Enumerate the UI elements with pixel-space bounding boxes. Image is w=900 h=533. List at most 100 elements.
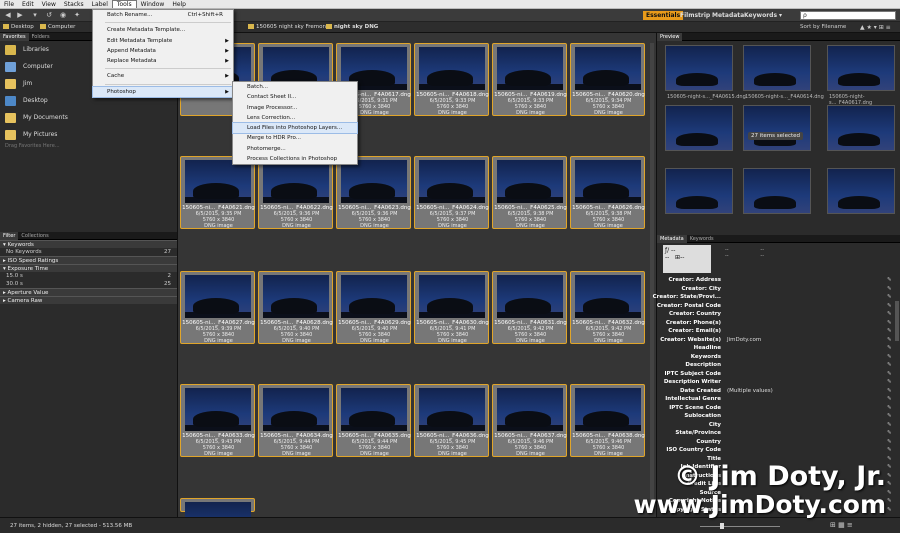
metadata-row[interactable]: Creator: City ✎ [657,285,893,293]
metadata-row[interactable]: Headline ✎ [657,344,893,352]
tab-preview[interactable]: Preview [657,32,683,41]
thumbnail[interactable]: 150605-ni..._F4A0621.dng 6/5/2015, 9:35 P… [180,156,255,229]
thumbnail[interactable]: 150605-ni..._F4A0636.dng 6/5/2015, 9:45 P… [414,384,489,457]
thumbnail[interactable]: 150605-ni..._F4A0625.dng 6/5/2015, 9:38 P… [492,156,567,229]
submenu-item-lens-correction[interactable]: Lens Correction... [233,113,357,123]
sort-dropdown[interactable]: Sort by Filename [800,24,846,30]
pencil-icon[interactable]: ✎ [887,285,892,293]
preview-thumbnail[interactable] [827,168,895,214]
menu-file[interactable]: File [0,0,18,8]
metadata-row[interactable]: Intellectual Genre ✎ [657,395,893,403]
preview-thumbnail[interactable] [827,105,895,151]
pencil-icon[interactable]: ✎ [887,344,892,352]
favorite-my-documents[interactable]: My Documents [0,109,177,126]
metadata-row[interactable]: ISO Country Code ✎ [657,446,893,454]
refine-icon[interactable]: ✦ [72,11,82,20]
thumbnail[interactable]: 150605-ni..._F4A0632.dng 6/5/2015, 9:42 P… [570,271,645,344]
metadata-row[interactable]: IPTC Subject Code ✎ [657,370,893,378]
metadata-scrollbar[interactable] [895,301,899,341]
workspace-filmstrip[interactable]: Filmstrip [680,11,710,20]
slider-knob[interactable] [720,523,724,529]
pencil-icon[interactable]: ✎ [887,310,892,318]
thumbnail[interactable]: 150605-ni..._F4A0619.dng 6/5/2015, 9:33 P… [492,43,567,116]
pencil-icon[interactable]: ✎ [887,446,892,454]
tab-filter[interactable]: Filter [0,231,19,240]
filter-exposure-header[interactable]: ▾ Exposure Time [0,264,177,272]
pencil-icon[interactable]: ✎ [887,378,892,386]
pencil-icon[interactable]: ✎ [887,404,892,412]
menu-item-replace-metadata[interactable]: Replace Metadata ▶ [93,56,233,66]
thumbnail[interactable] [180,498,255,517]
metadata-row[interactable]: City ✎ [657,421,893,429]
thumbnail[interactable]: 150605-ni..._F4A0628.dng 6/5/2015, 9:40 P… [258,271,333,344]
pencil-icon[interactable]: ✎ [887,276,892,284]
menu-stacks[interactable]: Stacks [60,0,88,8]
preview-thumbnail[interactable] [665,45,733,91]
pencil-icon[interactable]: ✎ [887,319,892,327]
thumbnail[interactable]: 150605-ni..._F4A0635.dng 6/5/2015, 9:44 P… [336,384,411,457]
forward-icon[interactable]: ▶ [15,11,25,20]
preview-thumbnail[interactable] [743,168,811,214]
metadata-row[interactable]: Creator: Address ✎ [657,276,893,284]
filter-row[interactable]: 30.0 s 25 [0,280,177,288]
menu-item-create-metadata-template[interactable]: Create Metadata Template... [93,25,233,35]
menu-item-cache[interactable]: Cache ▶ [93,71,233,81]
metadata-row[interactable]: Keywords ✎ [657,353,893,361]
menu-item-edit-metadata-template[interactable]: Edit Metadata Template ▶ [93,36,233,46]
menu-tools[interactable]: Tools [111,0,137,8]
submenu-item-batch[interactable]: Batch... [233,82,357,92]
metadata-row[interactable]: Creator: Phone(s) ✎ [657,319,893,327]
menu-window[interactable]: Window [137,0,169,8]
pencil-icon[interactable]: ✎ [887,370,892,378]
thumbnail[interactable]: 150605-ni..._F4A0629.dng 6/5/2015, 9:40 P… [336,271,411,344]
metadata-row[interactable]: Sublocation ✎ [657,412,893,420]
breadcrumb-computer[interactable]: Computer [40,24,75,31]
menu-help[interactable]: Help [168,0,190,8]
recent-folder-icon[interactable]: ▾ [30,11,40,20]
preview-thumbnail[interactable] [665,168,733,214]
metadata-row[interactable]: Creator: Website(s) JimDoty.com ✎ [657,336,893,344]
pencil-icon[interactable]: ✎ [887,412,892,420]
workspace-menu-icon[interactable]: ▾ [779,11,782,20]
metadata-row[interactable]: Creator: Postal Code ✎ [657,302,893,310]
tab-keywords[interactable]: Keywords [687,235,717,243]
tab-collections[interactable]: Collections [18,232,51,240]
menu-item-photoshop[interactable]: Photoshop ▶ [92,85,234,99]
thumbnail[interactable]: 150605-ni..._F4A0620.dng 6/5/2015, 9:34 P… [570,43,645,116]
pencil-icon[interactable]: ✎ [887,302,892,310]
filter-camera-raw-header[interactable]: ▸ Camera Raw [0,296,177,304]
pencil-icon[interactable]: ✎ [887,327,892,335]
pencil-icon[interactable]: ✎ [887,421,892,429]
view-options-icon[interactable]: ▲ ★ ▾ ⊞ ≡ [860,24,891,31]
thumbnail[interactable]: 150605-ni..._F4A0622.dng 6/5/2015, 9:36 P… [258,156,333,229]
breadcrumb-desktop[interactable]: Desktop [3,24,34,31]
preview-thumbnail[interactable] [827,45,895,91]
thumbnail[interactable]: 150605-ni..._F4A0637.dng 6/5/2015, 9:46 P… [492,384,567,457]
workspace-keywords[interactable]: Keywords [744,11,777,20]
camera-icon[interactable]: ◉ [58,11,68,20]
pencil-icon[interactable]: ✎ [887,336,892,344]
pencil-icon[interactable]: ✎ [887,293,892,301]
metadata-row[interactable]: IPTC Scene Code ✎ [657,404,893,412]
metadata-row[interactable]: Creator: Email(s) ✎ [657,327,893,335]
thumbnail[interactable]: 150605-ni..._F4A0624.dng 6/5/2015, 9:37 P… [414,156,489,229]
preview-thumbnail[interactable] [743,105,811,151]
pencil-icon[interactable]: ✎ [887,438,892,446]
breadcrumb-folder[interactable]: 150605 night sky Fremont [248,24,328,31]
boomerang-icon[interactable]: ↺ [44,11,54,20]
preview-thumbnail[interactable] [743,45,811,91]
search-input[interactable]: ρ [800,11,896,20]
thumbnail[interactable]: 150605-ni..._F4A0631.dng 6/5/2015, 9:42 P… [492,271,567,344]
filter-iso-header[interactable]: ▸ ISO Speed Ratings [0,256,177,264]
thumbnail-size-slider[interactable] [700,526,780,527]
tab-metadata[interactable]: Metadata [657,234,687,243]
thumbnail[interactable]: 150605-ni..._F4A0626.dng 6/5/2015, 9:38 P… [570,156,645,229]
content-scrollbar[interactable] [650,43,654,513]
workspace-metadata[interactable]: Metadata [712,11,744,20]
metadata-row[interactable]: Description Writer ✎ [657,378,893,386]
tab-folders[interactable]: Folders [29,33,53,41]
thumbnail[interactable]: 150605-ni..._F4A0630.dng 6/5/2015, 9:41 P… [414,271,489,344]
filter-aperture-header[interactable]: ▸ Aperture Value [0,288,177,296]
menu-item-append-metadata[interactable]: Append Metadata ▶ [93,46,233,56]
metadata-row[interactable]: Creator: Country ✎ [657,310,893,318]
